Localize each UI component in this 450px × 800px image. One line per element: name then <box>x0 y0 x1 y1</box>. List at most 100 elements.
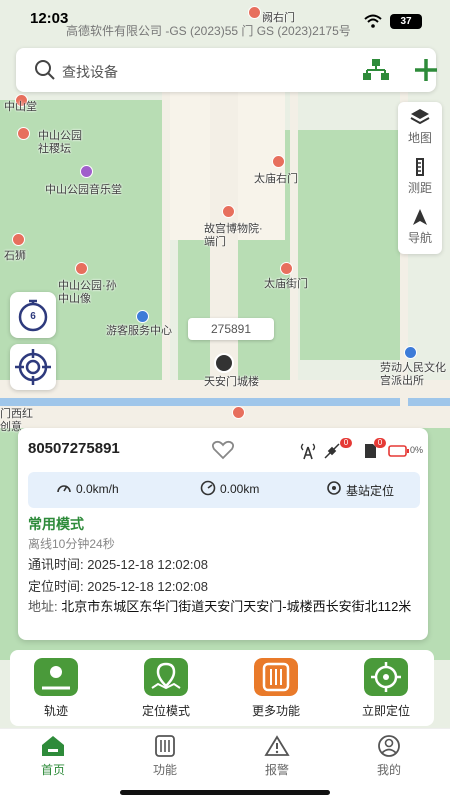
nav-profile[interactable]: 我的 <box>354 735 424 778</box>
odometer-icon <box>200 480 216 496</box>
speedometer-icon <box>57 485 71 493</box>
functions-icon <box>155 735 175 757</box>
device-signal-status: 0 0 0% <box>300 438 424 460</box>
loc-time-label: 定位时间: <box>28 579 84 594</box>
map-label: 中山公园·孙中山像 <box>58 280 117 305</box>
map-label: 社稷坛 <box>38 143 71 155</box>
speed-value: 0.0km/h <box>76 482 119 496</box>
location-mode-button[interactable]: 定位模式 <box>126 658 206 719</box>
device-tag[interactable]: 275891 <box>188 318 274 340</box>
poi-pin <box>404 346 417 359</box>
search-icon <box>35 60 55 80</box>
park-area <box>280 130 400 280</box>
park-area <box>300 280 400 360</box>
device-map-label: 天安门城楼 <box>204 376 259 388</box>
action-bar: 轨迹 定位模式 更多功能 立即定位 <box>10 650 434 726</box>
map-label: 劳动人民文化宫派出所 <box>380 362 446 387</box>
favorite-heart-icon[interactable] <box>212 440 234 460</box>
address-value: 北京市东城区东华门街道天安门天安门-城楼西长安街北112米 <box>61 599 412 614</box>
locate-now-icon <box>364 658 408 696</box>
battery-percent: 0% <box>410 445 424 455</box>
road <box>0 406 450 428</box>
speed-stat: 0.0km/h <box>57 482 119 496</box>
location-type-stat: 基站定位 <box>327 481 395 499</box>
signal-tower-icon <box>300 443 316 460</box>
poi-pin <box>280 262 293 275</box>
map-label: 中山公园 <box>38 130 82 142</box>
map-copyright: 高德软件有限公司 -GS (2023)55 门 GS (2023)2175号 <box>66 24 351 38</box>
map-layer-button[interactable]: 地图 <box>398 102 442 152</box>
map-label: 故宫博物院·端门 <box>204 223 263 248</box>
location-mode-label: 定位模式 <box>141 704 190 718</box>
map-label: 石狮 <box>4 250 26 262</box>
device-stats-bar: 0.0km/h 0.00km 基站定位 <box>28 472 420 508</box>
battery-level-icon <box>388 445 409 457</box>
nav-home-label: 首页 <box>40 763 65 777</box>
comm-time-label: 通讯时间: <box>28 557 84 572</box>
navigate-label: 导航 <box>407 231 432 245</box>
poi-pin <box>80 165 93 178</box>
road <box>290 90 298 390</box>
poi-pin <box>232 406 245 419</box>
river <box>0 398 450 406</box>
poi-pin <box>272 155 285 168</box>
device-info-card[interactable]: 80507275891 0 0 0% 0.0km/h 0.00km 基站定位 常… <box>18 428 428 640</box>
poi-pin <box>222 205 235 218</box>
offline-duration: 离线10分钟24秒 <box>28 537 115 551</box>
layers-icon <box>410 109 430 125</box>
search-input[interactable]: 查找设备 <box>62 62 118 82</box>
distance-value: 0.00km <box>220 482 260 496</box>
wifi-icon <box>364 14 382 28</box>
timer-value: 6 <box>30 311 36 322</box>
map-label: 游客服务中心 <box>106 325 172 337</box>
comm-time-value: 2025-12-18 12:02:08 <box>87 557 208 572</box>
map-label: 太庙街门 <box>264 278 308 290</box>
nav-alarm[interactable]: 报警 <box>242 735 312 778</box>
home-indicator <box>120 790 330 795</box>
nav-profile-label: 我的 <box>376 763 401 777</box>
map-pin-icon <box>144 658 188 696</box>
map-layer-label: 地图 <box>407 131 432 145</box>
more-functions-label: 更多功能 <box>251 704 300 718</box>
status-time: 12:03 <box>30 10 69 27</box>
home-icon <box>42 736 64 756</box>
navigate-button[interactable]: 导航 <box>398 202 442 252</box>
poi-pin <box>75 262 88 275</box>
poi-pin <box>12 233 25 246</box>
navigation-arrow-icon <box>413 209 427 225</box>
poi-pin <box>136 310 149 323</box>
measure-label: 测距 <box>407 181 432 195</box>
ruler-icon <box>416 158 424 176</box>
alert-badge: 0 <box>340 438 352 448</box>
locate-now-button[interactable]: 立即定位 <box>346 658 426 719</box>
track-button[interactable]: 轨迹 <box>16 658 96 719</box>
loc-time-value: 2025-12-18 12:02:08 <box>87 579 208 594</box>
add-icon[interactable] <box>412 58 440 82</box>
map-label: 太庙右门 <box>254 173 298 185</box>
measure-button[interactable]: 测距 <box>398 152 442 202</box>
address-row: 地址: 北京市东城区东华门街道天安门天安门-城楼西长安街北112米 <box>28 598 418 616</box>
poi-pin <box>17 127 30 140</box>
road <box>162 90 170 390</box>
nav-functions-label: 功能 <box>152 763 177 777</box>
track-label: 轨迹 <box>43 704 68 718</box>
location-type-value: 基站定位 <box>346 484 395 498</box>
address-label: 地址: <box>28 599 58 614</box>
map-label: 中山堂 <box>4 101 37 113</box>
nav-alarm-label: 报警 <box>264 763 289 777</box>
track-icon <box>34 658 78 696</box>
search-bar[interactable]: 查找设备 <box>16 48 437 92</box>
map-tools-panel: 地图 测距 导航 <box>398 102 442 254</box>
more-functions-button[interactable]: 更多功能 <box>236 658 316 719</box>
alarm-warning-icon <box>264 735 290 756</box>
refresh-timer-button[interactable]: 6 <box>10 292 56 338</box>
satellite-icon <box>324 443 340 459</box>
device-tree-icon[interactable] <box>362 58 390 82</box>
battery-icon: 37 <box>390 14 422 29</box>
comm-time-row: 通讯时间: 2025-12-18 12:02:08 <box>28 554 208 573</box>
nav-home[interactable]: 首页 <box>18 735 88 778</box>
device-marker[interactable] <box>214 353 234 373</box>
nav-functions[interactable]: 功能 <box>130 735 200 778</box>
status-bar: 12:03 高德软件有限公司 -GS (2023)55 门 GS (2023)2… <box>0 0 450 38</box>
my-location-button[interactable] <box>10 344 56 390</box>
